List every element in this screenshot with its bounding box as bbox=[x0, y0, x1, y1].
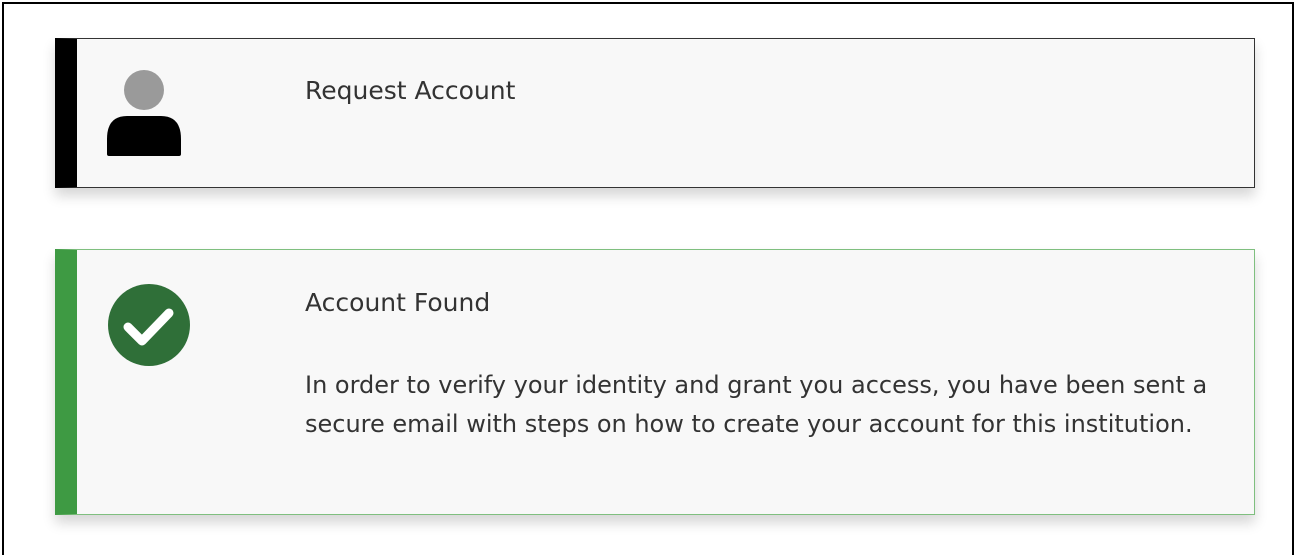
user-icon bbox=[107, 70, 183, 156]
check-circle-icon bbox=[107, 283, 191, 367]
account-found-message: In order to verify your identity and gra… bbox=[305, 371, 1208, 438]
account-found-title: Account Found bbox=[305, 288, 491, 317]
request-account-card: Request Account bbox=[55, 38, 1255, 188]
account-found-card: Account Found In order to verify your id… bbox=[55, 249, 1255, 515]
request-account-title: Request Account bbox=[305, 76, 516, 105]
